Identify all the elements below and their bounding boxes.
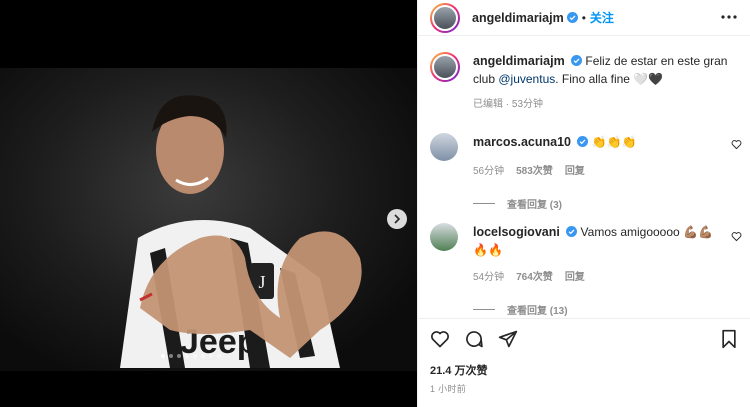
carousel-dot	[169, 354, 173, 358]
verified-badge-icon	[566, 226, 578, 237]
comment-meta: 56分钟 583次赞 回复	[473, 163, 723, 181]
carousel-dot	[201, 354, 205, 358]
comment-time: 54分钟	[473, 272, 505, 283]
send-icon[interactable]	[498, 329, 518, 349]
heart-icon[interactable]	[731, 139, 742, 150]
carousel-dot	[177, 354, 181, 358]
commenter-avatar[interactable]	[430, 133, 458, 161]
heart-icon[interactable]	[731, 231, 742, 242]
verified-badge-icon	[566, 12, 578, 23]
view-replies-label: 查看回复 (3)	[507, 200, 562, 211]
reply-button[interactable]: 回复	[565, 269, 585, 287]
post-time[interactable]: 1 小时前	[430, 382, 466, 395]
follow-button[interactable]: 关注	[590, 9, 614, 26]
carousel-dot	[209, 354, 213, 358]
more-icon[interactable]	[720, 10, 738, 24]
carousel-next-button[interactable]	[387, 209, 407, 229]
caption-emoji: 🤍🖤	[633, 72, 664, 86]
comment-likes[interactable]: 764次赞	[516, 269, 553, 287]
comment-time: 56分钟	[473, 166, 505, 177]
svg-text:J: J	[258, 272, 265, 292]
commenter-avatar[interactable]	[430, 223, 458, 251]
caption-body: angeldimariajm Feliz de estar en este gr…	[473, 52, 740, 114]
bookmark-icon	[722, 329, 736, 349]
post-dialog: J Jeep angeldimariajm • 关注 angeldimariaj…	[0, 0, 750, 407]
comment-item: locelsogiovani Vamos amigooooo 💪🏽💪🏽🔥🔥 54…	[430, 223, 750, 317]
carousel-dot	[217, 354, 221, 358]
comment-item: marcos.acuna10 👏👏👏 56分钟 583次赞 回复 查看回复 (3…	[430, 133, 750, 211]
comment-likes[interactable]: 583次赞	[516, 163, 553, 181]
author-avatar[interactable]	[430, 2, 460, 33]
comment-username[interactable]: marcos.acuna10	[473, 135, 571, 149]
carousel-dot	[161, 354, 165, 358]
view-replies-label: 查看回复 (13)	[507, 306, 568, 317]
comment-body: locelsogiovani Vamos amigooooo 💪🏽💪🏽🔥🔥 54…	[473, 223, 723, 287]
author-avatar[interactable]	[430, 52, 460, 82]
separator-dot: •	[581, 10, 586, 25]
author-username[interactable]: angeldimariajm	[472, 11, 564, 25]
reply-button[interactable]: 回复	[565, 163, 585, 181]
player-heart-hands-image: J Jeep	[120, 95, 362, 368]
comment-body: marcos.acuna10 👏👏👏 56分钟 583次赞 回复	[473, 133, 723, 181]
post-caption: angeldimariajm Feliz de estar en este gr…	[430, 52, 740, 114]
heart-icon[interactable]	[430, 329, 450, 349]
post-actions: 21.4 万次赞 1 小时前	[418, 318, 750, 407]
post-media: J Jeep	[0, 0, 417, 407]
comment-icon[interactable]	[464, 329, 484, 349]
action-icons	[430, 329, 518, 349]
caption-mention-link[interactable]: @juventus	[498, 72, 555, 86]
like-count[interactable]: 21.4 万次赞	[430, 362, 487, 378]
post-photo[interactable]: J Jeep	[0, 68, 417, 371]
carousel-dot	[185, 354, 189, 358]
view-replies-button[interactable]: 查看回复 (3)	[473, 196, 750, 211]
caption-meta: 已编辑 · 53分钟	[473, 99, 544, 110]
verified-badge-icon	[577, 136, 589, 147]
caption-username[interactable]: angeldimariajm	[473, 54, 565, 68]
post-header: angeldimariajm • 关注	[418, 0, 750, 36]
caption-tail: . Fino alla fine	[555, 72, 630, 86]
save-button[interactable]	[719, 329, 739, 354]
view-replies-button[interactable]: 查看回复 (13)	[473, 302, 750, 317]
comment-text: 👏👏👏	[591, 135, 637, 149]
carousel-indicator	[161, 354, 221, 358]
comment-username[interactable]: locelsogiovani	[473, 225, 560, 239]
post-sidebar: angeldimariajm • 关注 angeldimariajm Feliz…	[417, 0, 750, 407]
verified-badge-icon	[571, 55, 583, 66]
carousel-dot	[193, 354, 197, 358]
comment-meta: 54分钟 764次赞 回复	[473, 269, 723, 287]
chevron-right-icon	[394, 214, 401, 224]
